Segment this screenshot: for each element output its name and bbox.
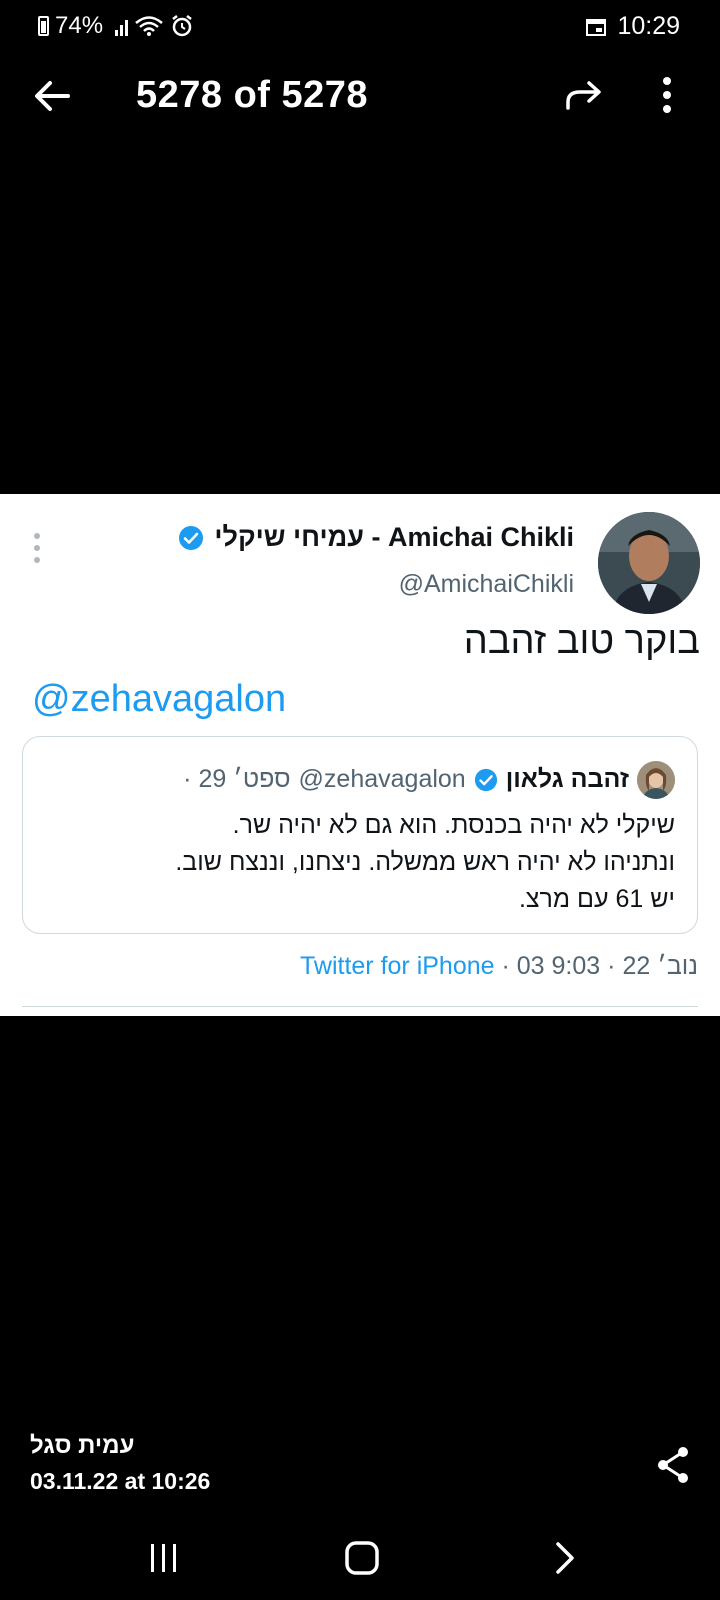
quoted-line: יש 61 עם מרצ. — [518, 885, 675, 913]
quoted-date: · 29 ספט׳ — [183, 765, 291, 793]
quoted-line: שיקלי לא יהיה בכנסת. הוא גם לא יהיה שר. — [232, 811, 675, 839]
status-left: 74% — [38, 12, 194, 40]
tweet-image[interactable]: עמיחי שיקלי - Amichai Chikli @AmichaiChi… — [0, 494, 720, 1016]
share-icon[interactable] — [655, 1445, 691, 1485]
battery-icon — [38, 16, 49, 36]
back-arrow-icon[interactable] — [30, 74, 74, 118]
author-line: עמיחי שיקלי - Amichai Chikli — [178, 522, 574, 553]
status-right: 10:29 — [585, 12, 680, 41]
tweet-text: בוקר טוב זהבה — [463, 620, 700, 662]
quoted-tweet: · 29 ספט׳ @zehavagalon זהבה גלאון שיקלי … — [22, 736, 698, 934]
quoted-handle: @zehavagalon — [298, 765, 466, 793]
verified-badge-icon — [474, 768, 497, 791]
author-handle: @AmichaiChikli — [398, 570, 574, 598]
sender-name: עמית סגל — [30, 1432, 135, 1459]
battery-level: 74% — [55, 12, 104, 39]
author-name: עמיחי שיקלי - Amichai Chikli — [214, 522, 574, 552]
verified-badge-icon — [179, 525, 204, 550]
sent-timestamp: 03.11.22 at 10:26 — [30, 1468, 211, 1494]
tweet-divider — [22, 1006, 698, 1007]
status-bar: 74% 10:29 — [0, 0, 720, 50]
tweet-time: 9:03 — [551, 952, 601, 980]
tweet-mention: @zehavagalon — [32, 678, 287, 720]
quoted-text: שיקלי לא יהיה בכנסת. הוא גם לא יהיה שר. … — [43, 807, 675, 918]
quoted-author-avatar — [637, 761, 675, 799]
top-app-bar: 5278 of 5278 — [0, 60, 720, 132]
system-nav-bar — [0, 1530, 720, 1600]
quoted-header: · 29 ספט׳ @zehavagalon זהבה גלאון — [183, 765, 629, 794]
tweet-footer: Twitter for iPhone · 03 נוב׳ 22 · 9:03 — [300, 952, 698, 981]
quoted-line: ונתניהו לא יהיה ראש ממשלה. ניצחנו, וננצח… — [175, 848, 675, 876]
calendar-icon — [586, 18, 607, 36]
author-avatar — [598, 512, 700, 614]
quoted-author-name: זהבה גלאון — [505, 765, 629, 793]
signal-icon — [115, 16, 129, 36]
media-counter: 5278 of 5278 — [136, 74, 369, 116]
forward-icon[interactable] — [562, 74, 606, 118]
clock: 10:29 — [617, 12, 680, 40]
recents-icon[interactable] — [146, 1540, 182, 1576]
tweet-date: · 03 נוב׳ 22 · — [501, 952, 699, 980]
tweet-source: Twitter for iPhone — [300, 952, 495, 980]
wifi-icon — [135, 16, 163, 36]
back-chevron-icon[interactable] — [550, 1540, 580, 1576]
home-icon[interactable] — [344, 1540, 380, 1576]
alarm-icon — [172, 15, 192, 37]
tweet-menu-icon — [34, 533, 40, 563]
more-options-icon[interactable] — [652, 70, 682, 120]
